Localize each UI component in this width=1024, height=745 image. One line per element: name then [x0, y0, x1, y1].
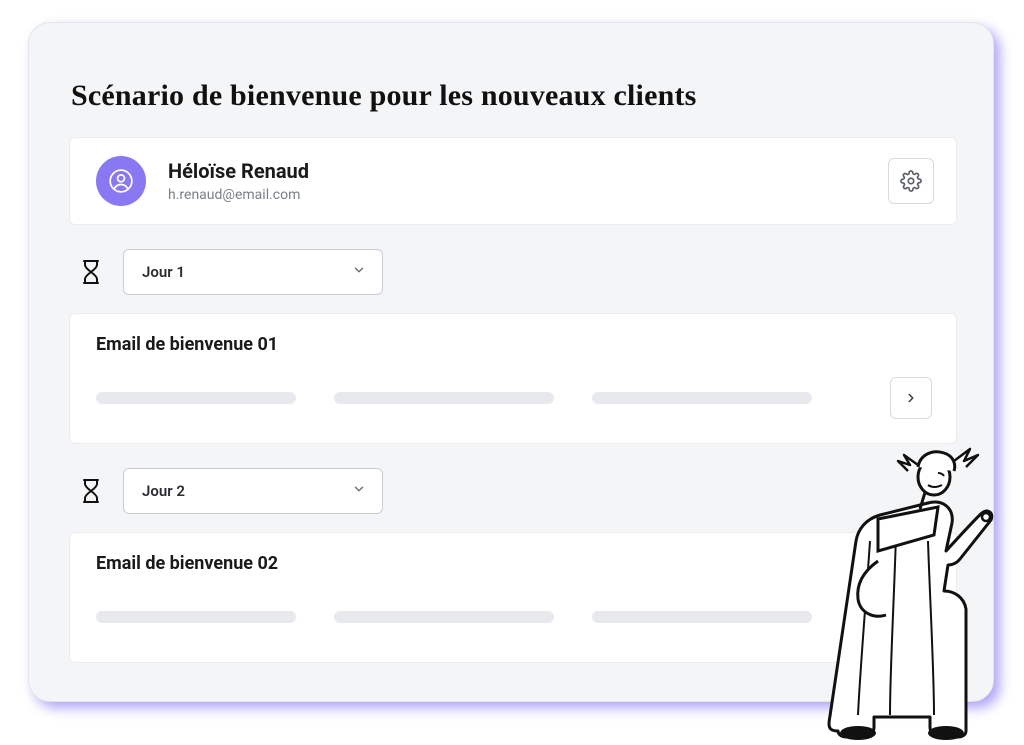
chevron-down-icon: [352, 482, 366, 500]
contact-name: Héloïse Renaud: [168, 159, 866, 183]
page-title: Scénario de bienvenue pour les nouveaux …: [71, 79, 957, 113]
placeholder-line: [592, 392, 812, 404]
placeholder-line: [96, 392, 296, 404]
email-card: Email de bienvenue 01: [69, 313, 957, 444]
contact-info: Héloïse Renaud h.renaud@email.com: [168, 159, 866, 203]
email-body-row: [96, 377, 932, 419]
gear-icon: [900, 170, 922, 192]
day-select[interactable]: Jour 2: [123, 468, 383, 514]
chevron-right-icon: [904, 391, 918, 405]
placeholder-line: [96, 611, 296, 623]
email-body-row: [96, 596, 932, 638]
contact-card: Héloïse Renaud h.renaud@email.com: [69, 137, 957, 225]
email-title: Email de bienvenue 02: [96, 553, 932, 574]
day-select[interactable]: Jour 1: [123, 249, 383, 295]
user-icon: [108, 168, 134, 194]
avatar: [96, 156, 146, 206]
delay-row: Jour 2: [79, 468, 957, 514]
chevron-right-icon: [904, 610, 918, 624]
day-select-value: Jour 2: [142, 482, 185, 500]
email-title: Email de bienvenue 01: [96, 334, 932, 355]
delay-row: Jour 1: [79, 249, 957, 295]
settings-button[interactable]: [888, 158, 934, 204]
open-email-button[interactable]: [890, 596, 932, 638]
scenario-panel: Scénario de bienvenue pour les nouveaux …: [28, 22, 994, 702]
open-email-button[interactable]: [890, 377, 932, 419]
placeholder-line: [592, 611, 812, 623]
chevron-down-icon: [352, 263, 366, 281]
hourglass-icon: [79, 259, 103, 285]
hourglass-icon: [79, 478, 103, 504]
placeholder-line: [334, 392, 554, 404]
email-card: Email de bienvenue 02: [69, 532, 957, 663]
placeholder-line: [334, 611, 554, 623]
day-select-value: Jour 1: [142, 263, 185, 281]
contact-email: h.renaud@email.com: [168, 187, 866, 203]
